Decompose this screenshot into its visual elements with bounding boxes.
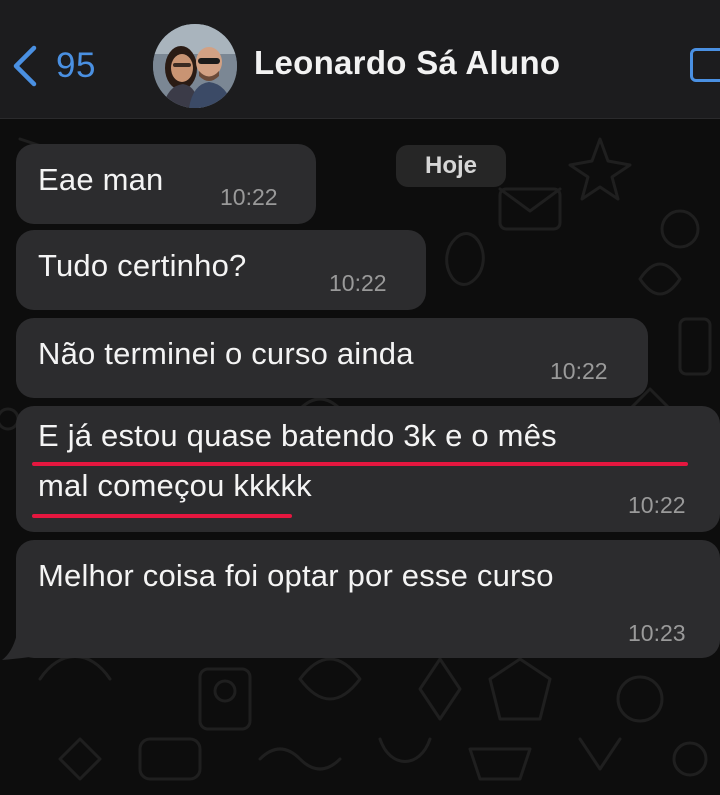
- message-list: Hoje Eae man 10:22 Tudo certinho? 10:22 …: [0, 119, 720, 795]
- chat-header: 95 Leonardo Sá Aluno: [0, 0, 720, 119]
- date-separator: Hoje: [396, 145, 506, 187]
- bubble-tail-icon: [2, 629, 30, 660]
- message-time: 10:22: [220, 184, 278, 210]
- video-call-button[interactable]: [690, 48, 720, 82]
- message-bubble[interactable]: Eae man 10:22: [16, 144, 316, 224]
- message-bubble[interactable]: Não terminei o curso ainda 10:22: [16, 318, 648, 398]
- chat-screen: 95 Leonardo Sá Aluno Hoje Eae man 10:22 …: [0, 0, 720, 795]
- highlight-underline: [32, 462, 688, 466]
- message-time: 10:22: [550, 358, 608, 384]
- message-text-line-2: mal começou kkkkk: [38, 468, 312, 503]
- contact-name[interactable]: Leonardo Sá Aluno: [254, 44, 560, 82]
- message-text-line-1: E já estou quase batendo 3k e o mês: [38, 418, 557, 453]
- chevron-left-icon: [13, 45, 37, 87]
- message-bubble[interactable]: Melhor coisa foi optar por esse curso 10…: [16, 540, 720, 658]
- message-text: Eae man: [38, 162, 164, 197]
- highlight-underline: [32, 514, 292, 518]
- message-time: 10:23: [628, 620, 686, 646]
- message-text: Tudo certinho?: [38, 248, 247, 283]
- avatar-photo-icon: [153, 24, 237, 108]
- unread-count: 95: [56, 46, 96, 85]
- message-text: Não terminei o curso ainda: [38, 336, 414, 371]
- message-time: 10:22: [329, 270, 387, 296]
- message-bubble[interactable]: E já estou quase batendo 3k e o mês mal …: [16, 406, 720, 532]
- avatar[interactable]: [153, 24, 237, 108]
- message-text: Melhor coisa foi optar por esse curso: [38, 558, 554, 593]
- message-time: 10:22: [628, 492, 686, 518]
- back-button[interactable]: 95: [8, 42, 96, 90]
- message-bubble[interactable]: Tudo certinho? 10:22: [16, 230, 426, 310]
